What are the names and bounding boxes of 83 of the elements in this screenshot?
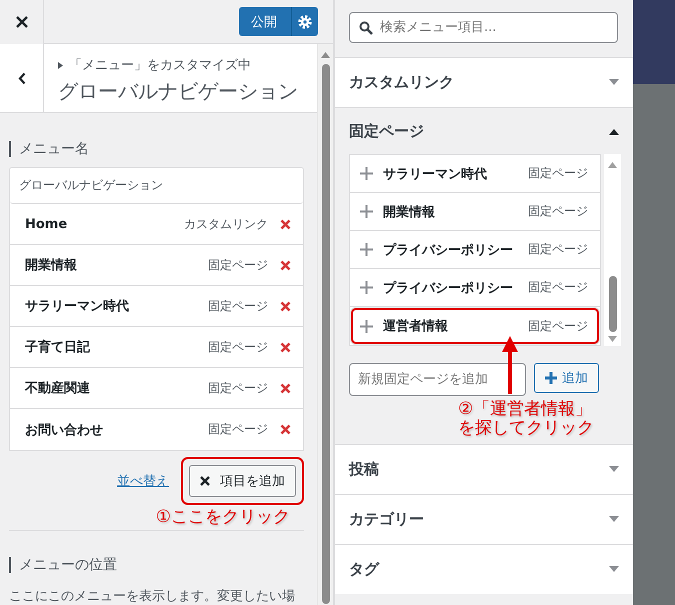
page-item-title: プライバシーポリシー bbox=[383, 280, 514, 296]
settings-icon bbox=[298, 14, 312, 28]
menu-location-label: メニューの位置 bbox=[9, 557, 304, 573]
delete-icon[interactable] bbox=[280, 424, 292, 435]
menu-item-title: お問い合わせ bbox=[25, 422, 104, 438]
scrollbar-thumb[interactable] bbox=[322, 64, 330, 604]
plus-icon bbox=[360, 205, 373, 218]
scroll-up-icon[interactable] bbox=[321, 52, 330, 58]
menu-item-type: カスタムリンク bbox=[184, 216, 268, 232]
page-item[interactable]: サラリーマン時代 固定ページ bbox=[350, 155, 600, 193]
page-item[interactable]: 開業情報 固定ページ bbox=[350, 193, 600, 231]
scrollbar[interactable] bbox=[604, 154, 621, 346]
page-item[interactable]: 運営者情報 固定ページ bbox=[350, 307, 600, 345]
accordion-header[interactable]: カテゴリー bbox=[335, 495, 633, 544]
add-items-button[interactable]: 項目を追加 bbox=[189, 465, 296, 497]
scroll-up-icon[interactable] bbox=[608, 162, 617, 168]
scrollbar[interactable] bbox=[317, 44, 333, 605]
scroll-down-icon[interactable] bbox=[608, 336, 617, 342]
plus-icon bbox=[360, 243, 373, 256]
accordion-header[interactable]: 固定ページ bbox=[335, 108, 633, 154]
page-item[interactable]: プライバシーポリシー 固定ページ bbox=[350, 231, 600, 269]
triangle-icon bbox=[58, 62, 63, 68]
close-icon bbox=[200, 476, 210, 486]
page-item-title: 運営者情報 bbox=[383, 318, 449, 335]
menu-item-title: 開業情報 bbox=[25, 257, 78, 274]
page-item-type: 固定ページ bbox=[528, 203, 588, 220]
search-icon bbox=[359, 21, 373, 35]
menu-item[interactable]: お問い合わせ 固定ページ bbox=[10, 409, 304, 450]
menu-item-title: サラリーマン時代 bbox=[25, 298, 130, 315]
accordion-title: 固定ページ bbox=[349, 122, 424, 140]
close-button[interactable] bbox=[0, 0, 44, 44]
search-field[interactable]: 検索メニュー項目... bbox=[349, 12, 618, 43]
reorder-link[interactable]: 並べ替え bbox=[117, 472, 170, 490]
delete-icon[interactable] bbox=[280, 342, 292, 352]
page-item-type: 固定ページ bbox=[528, 318, 588, 334]
menu-item-type: 固定ページ bbox=[208, 380, 268, 396]
delete-icon[interactable] bbox=[280, 382, 292, 394]
menu-item[interactable]: サラリーマン時代 固定ページ bbox=[10, 286, 304, 327]
menu-item-title: 子育て日記 bbox=[25, 338, 91, 356]
accordion-title: カスタムリンク bbox=[349, 73, 454, 92]
menu-item[interactable]: 不動産関連 固定ページ bbox=[10, 368, 304, 409]
menu-location-description: ここにこのメニューを表示します。変更したい場 bbox=[9, 588, 296, 605]
accordion-title: タグ bbox=[349, 560, 379, 579]
chevron-left-icon bbox=[18, 72, 26, 84]
section-title: グローバルナビゲーション bbox=[58, 78, 298, 105]
menu-item[interactable]: Home カスタムリンク bbox=[10, 204, 304, 245]
accordion-title: カテゴリー bbox=[349, 510, 424, 529]
accordion-header[interactable]: カスタムリンク bbox=[335, 58, 633, 107]
page-item-title: プライバシーポリシー bbox=[383, 242, 514, 258]
plus-icon bbox=[545, 372, 557, 384]
breadcrumb: 「メニュー」をカスタマイズ中 bbox=[69, 57, 251, 74]
close-icon bbox=[16, 16, 28, 28]
page-item[interactable]: プライバシーポリシー 固定ページ bbox=[350, 269, 600, 307]
delete-icon[interactable] bbox=[280, 218, 292, 230]
menu-item-type: 固定ページ bbox=[208, 338, 268, 356]
accordion-header[interactable]: タグ bbox=[335, 545, 633, 594]
menu-name-label: メニュー名 bbox=[9, 141, 304, 157]
menu-item-type: 固定ページ bbox=[208, 256, 268, 274]
menu-item[interactable]: 子育て日記 固定ページ bbox=[10, 327, 304, 368]
plus-icon bbox=[360, 167, 373, 180]
annotation-text: を探してクリック bbox=[458, 419, 595, 438]
menu-item-type: 固定ページ bbox=[208, 298, 268, 314]
page-item-title: 開業情報 bbox=[383, 204, 436, 220]
page-item-type: 固定ページ bbox=[528, 241, 588, 258]
delete-icon[interactable] bbox=[280, 260, 292, 270]
accordion-header[interactable]: 投稿 bbox=[335, 445, 633, 494]
menu-item-title: Home bbox=[25, 216, 68, 232]
plus-icon bbox=[360, 281, 373, 294]
page-item-type: 固定ページ bbox=[528, 279, 588, 296]
menu-item-type: 固定ページ bbox=[208, 421, 268, 438]
annotation-text: ②「運営者情報」 bbox=[458, 400, 594, 419]
menu-item-title: 不動産関連 bbox=[25, 380, 91, 397]
new-page-field[interactable]: 新規固定ページを追加 bbox=[349, 363, 526, 396]
menu-item[interactable]: 開業情報 固定ページ bbox=[10, 245, 304, 286]
page-item-title: サラリーマン時代 bbox=[383, 166, 488, 182]
delete-icon[interactable] bbox=[280, 300, 292, 312]
plus-icon bbox=[360, 320, 373, 332]
scrollbar-thumb[interactable] bbox=[608, 276, 616, 332]
page-item-type: 固定ページ bbox=[528, 165, 588, 182]
add-button[interactable]: 追加 bbox=[534, 363, 599, 393]
annotation-text: ①ここをクリック bbox=[156, 506, 290, 528]
annotation-arrow bbox=[502, 336, 518, 394]
accordion-title: 投稿 bbox=[349, 460, 379, 479]
